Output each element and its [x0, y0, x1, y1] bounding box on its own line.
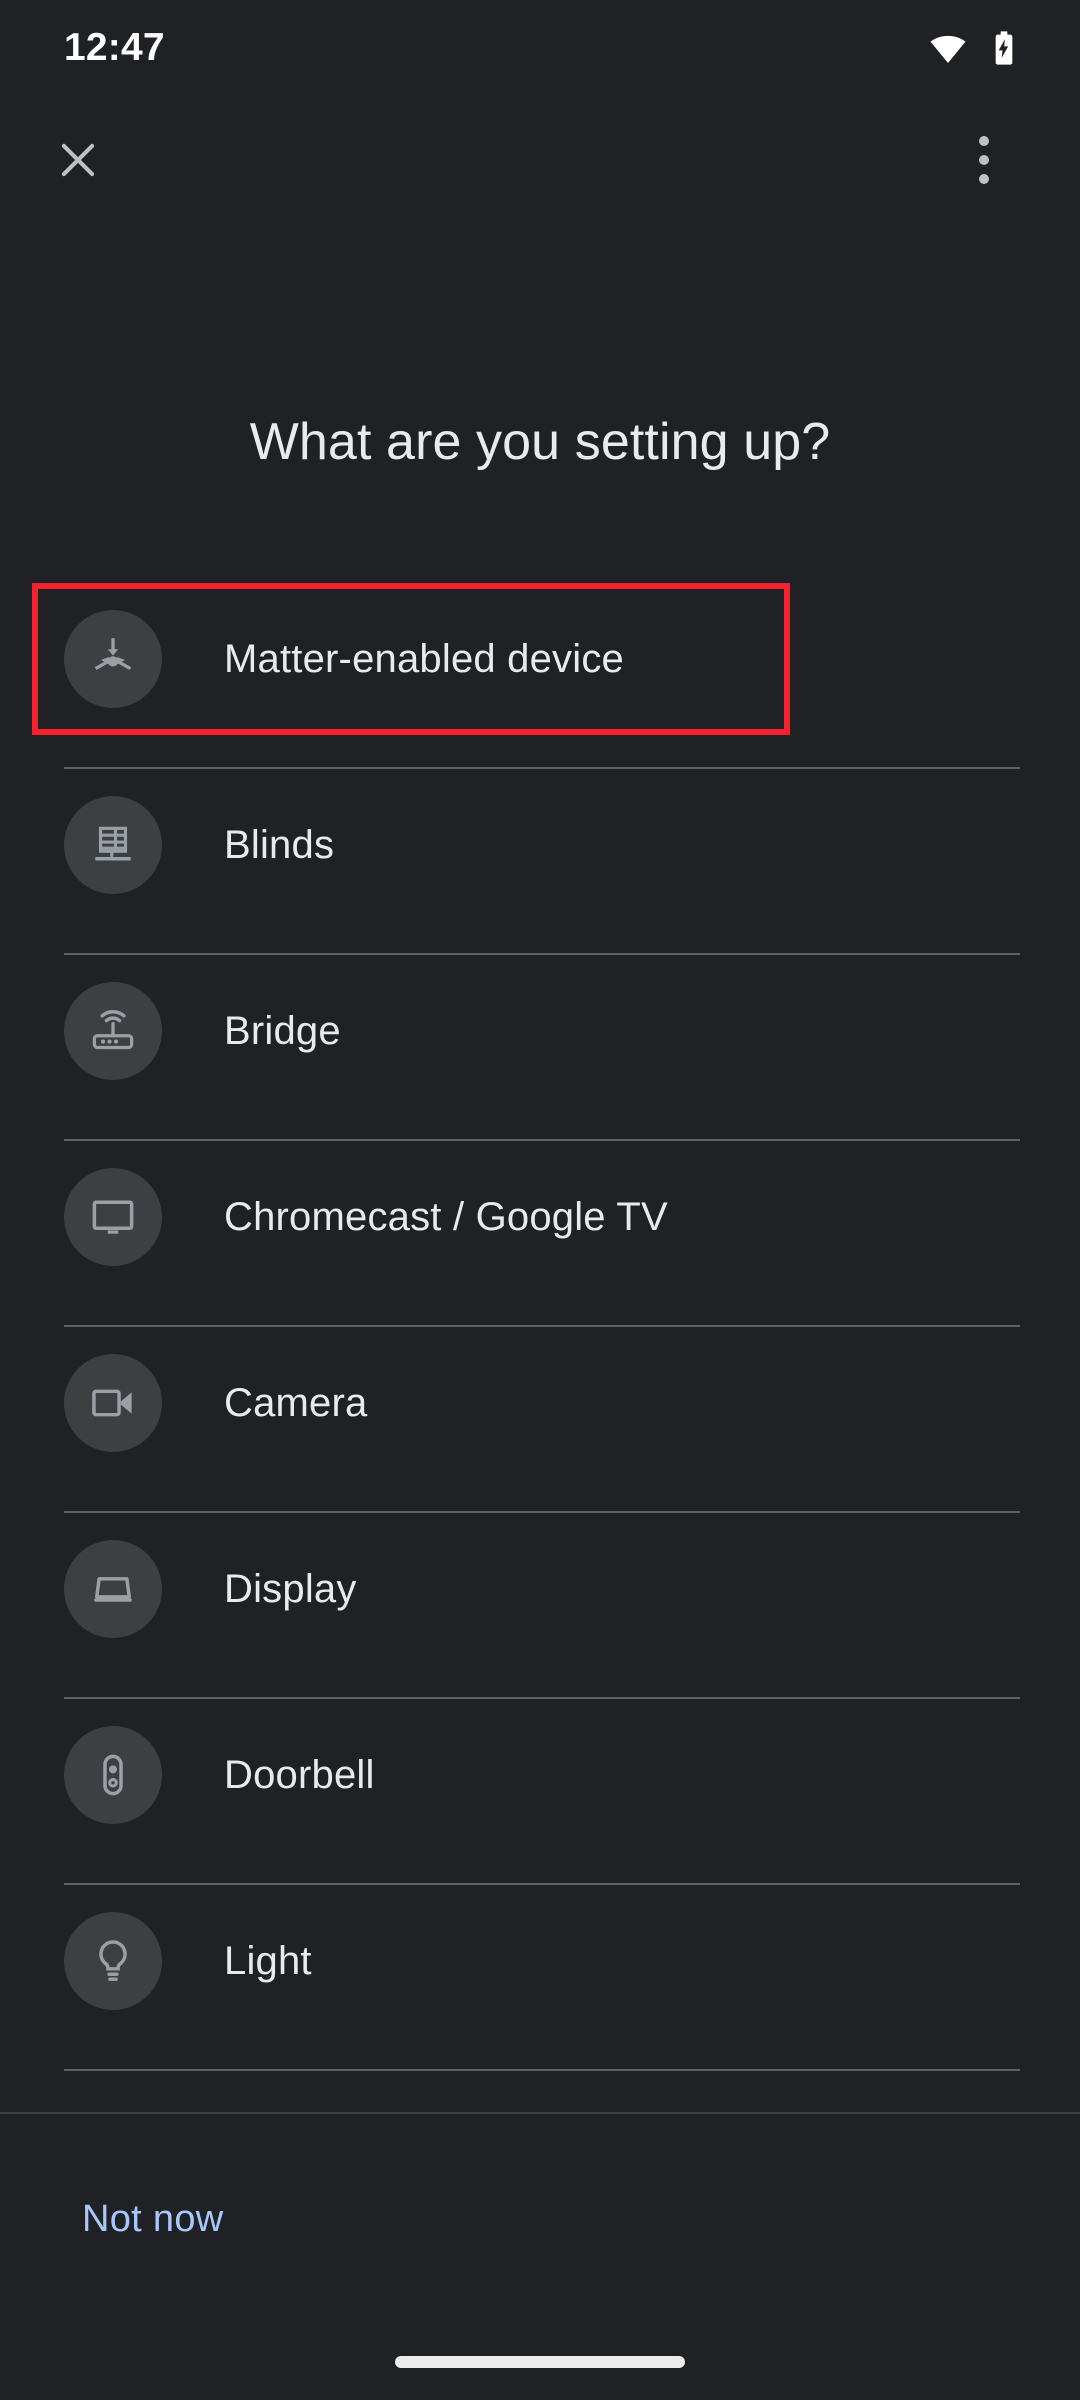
gesture-handle[interactable]	[395, 2356, 685, 2368]
avatar	[64, 982, 162, 1080]
device-type-list: Matter-enabled device Blinds Bridge Chro…	[0, 583, 1080, 2071]
tv-icon	[87, 1191, 139, 1243]
overflow-menu-button[interactable]	[936, 112, 1032, 208]
list-item-label: Matter-enabled device	[224, 636, 624, 681]
close-icon	[52, 134, 104, 186]
list-item-wrap: Blinds	[0, 769, 1080, 955]
doorbell-icon	[87, 1749, 139, 1801]
blinds-icon	[88, 820, 138, 870]
list-item-wrap: Matter-enabled device	[0, 583, 1080, 769]
lightbulb-icon	[87, 1935, 139, 1987]
list-item-light[interactable]: Light	[0, 1885, 1080, 2037]
list-item-label: Display	[224, 1566, 357, 1611]
matter-logo-icon	[87, 633, 139, 685]
list-item-wrap: Bridge	[0, 955, 1080, 1141]
list-item-wrap: Light	[0, 1885, 1080, 2071]
battery-charging-icon	[984, 28, 1024, 68]
avatar	[64, 796, 162, 894]
avatar	[64, 1540, 162, 1638]
router-bridge-icon	[87, 1005, 139, 1057]
videocam-icon	[87, 1377, 139, 1429]
list-item-matter-enabled-device[interactable]: Matter-enabled device	[0, 583, 1080, 735]
list-item-camera[interactable]: Camera	[0, 1327, 1080, 1479]
list-item-label: Doorbell	[224, 1752, 375, 1797]
list-item-bridge[interactable]: Bridge	[0, 955, 1080, 1107]
not-now-button[interactable]: Not now	[82, 2198, 224, 2241]
avatar	[64, 1726, 162, 1824]
list-item-wrap: Display	[0, 1513, 1080, 1699]
list-item-doorbell[interactable]: Doorbell	[0, 1699, 1080, 1851]
list-item-chromecast-google-tv[interactable]: Chromecast / Google TV	[0, 1141, 1080, 1293]
status-bar-clock: 12:47	[64, 26, 165, 69]
close-button[interactable]	[30, 112, 126, 208]
list-item-wrap: Chromecast / Google TV	[0, 1141, 1080, 1327]
avatar	[64, 1912, 162, 2010]
status-bar: 12:47	[0, 0, 1080, 96]
list-item-label: Blinds	[224, 822, 335, 867]
more-vert-icon	[979, 136, 989, 184]
avatar	[64, 1168, 162, 1266]
page-title: What are you setting up?	[249, 413, 831, 471]
status-bar-icons	[928, 28, 1024, 68]
list-item-label: Bridge	[224, 1008, 341, 1053]
smart-display-icon	[87, 1563, 139, 1615]
footer: Not now	[0, 2114, 1080, 2324]
system-navigation-bar	[0, 2324, 1080, 2400]
list-item-blinds[interactable]: Blinds	[0, 769, 1080, 921]
phone-screen: 12:47 What are you setting up? Matter-en…	[0, 0, 1080, 2400]
list-item-wrap: Doorbell	[0, 1699, 1080, 1885]
divider	[64, 2069, 1020, 2071]
avatar	[64, 610, 162, 708]
list-item-label: Chromecast / Google TV	[224, 1194, 668, 1239]
list-item-wrap: Camera	[0, 1327, 1080, 1513]
avatar	[64, 1354, 162, 1452]
list-item-label: Camera	[224, 1380, 368, 1425]
list-item-display[interactable]: Display	[0, 1513, 1080, 1665]
wifi-full-icon	[928, 28, 968, 68]
app-bar	[0, 96, 1080, 224]
list-item-label: Light	[224, 1938, 312, 1983]
